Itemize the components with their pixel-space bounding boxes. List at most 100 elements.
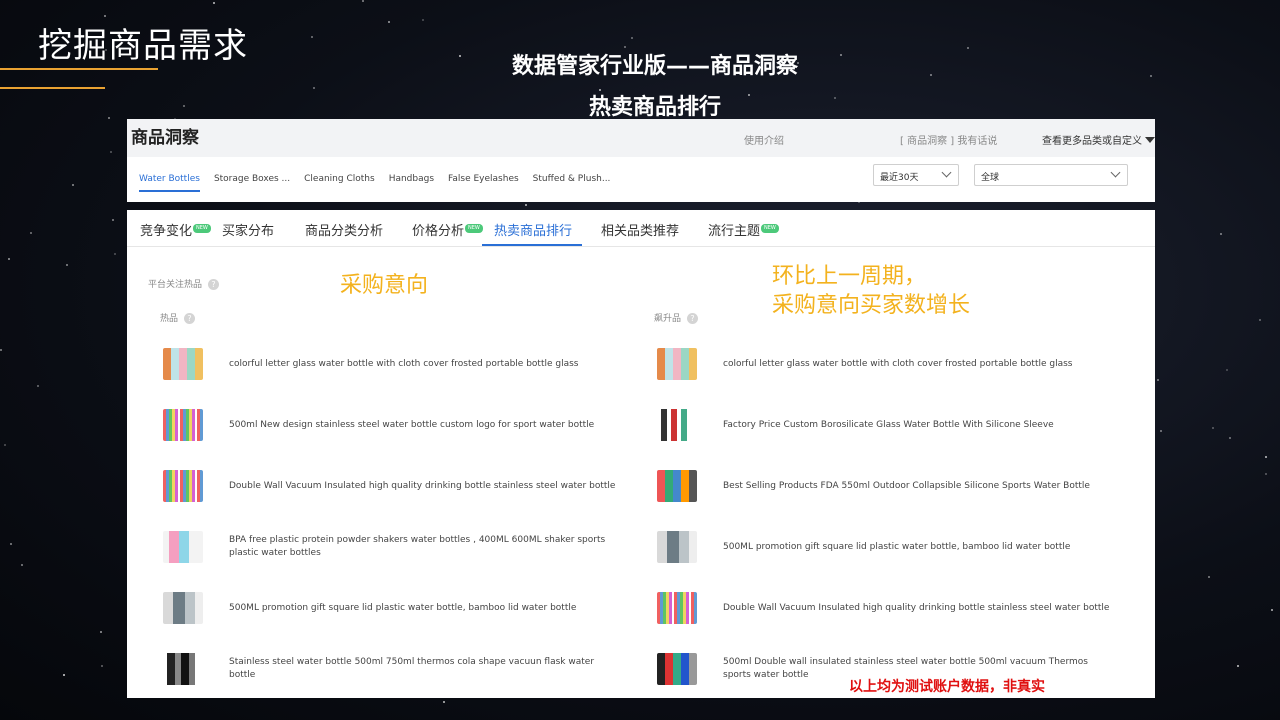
- analysis-tab-label: 价格分析: [412, 224, 465, 239]
- platform-hot-label-text: 平台关注热品: [148, 280, 203, 290]
- star: [8, 258, 10, 260]
- help-icon[interactable]: ?: [208, 279, 220, 290]
- analysis-tab[interactable]: 价格分析 NEW: [412, 220, 483, 239]
- product-name-link[interactable]: 500ML promotion gift square lid plastic …: [229, 602, 619, 615]
- product-name-link[interactable]: Factory Price Custom Borosilicate Glass …: [723, 419, 1113, 432]
- star: [1271, 609, 1273, 611]
- analysis-tab-label: 竞争变化: [140, 224, 193, 239]
- rising-products-label-text: 飙升品: [654, 314, 682, 324]
- analysis-tab-label: 流行主题: [708, 224, 761, 239]
- star: [631, 37, 633, 39]
- insight-main-panel: 竞争变化 NEW 买家分布 商品分类分析 价格分析 NEW 热卖商品排行 相关品类推荐 流行主题…: [127, 210, 1155, 698]
- product-row[interactable]: Best Selling Products FDA 550ml Outdoor …: [657, 466, 1113, 506]
- more-categories-dropdown[interactable]: 查看更多品类或自定义: [1042, 132, 1155, 147]
- star: [362, 0, 364, 2]
- analysis-tab[interactable]: 热卖商品排行: [494, 220, 572, 239]
- more-categories-label: 查看更多品类或自定义: [1042, 136, 1142, 147]
- product-name-link[interactable]: colorful letter glass water bottle with …: [723, 358, 1113, 371]
- category-tab[interactable]: False Eyelashes: [448, 174, 519, 192]
- star: [72, 184, 74, 186]
- product-row[interactable]: colorful letter glass water bottle with …: [163, 344, 619, 384]
- star: [63, 674, 65, 676]
- analysis-tab-label: 买家分布: [222, 224, 275, 239]
- product-name-link[interactable]: Double Wall Vacuum Insulated high qualit…: [229, 480, 619, 493]
- product-thumbnail[interactable]: [163, 348, 203, 380]
- product-thumbnail[interactable]: [163, 470, 203, 502]
- star: [1237, 665, 1239, 667]
- category-tab[interactable]: Handbags: [389, 174, 434, 192]
- annotation-purchase-intent: 采购意向: [340, 271, 428, 300]
- hot-products-label: 热品?: [160, 311, 196, 324]
- product-row[interactable]: Stainless steel water bottle 500ml 750ml…: [163, 649, 619, 689]
- product-name-link[interactable]: 500ml New design stainless steel water b…: [229, 419, 619, 432]
- analysis-tab-label: 相关品类推荐: [601, 224, 680, 239]
- product-row[interactable]: 500ml New design stainless steel water b…: [163, 405, 619, 445]
- analysis-tab[interactable]: 流行主题 NEW: [708, 220, 779, 239]
- analysis-tabs: 竞争变化 NEW 买家分布 商品分类分析 价格分析 NEW 热卖商品排行 相关品类推荐 流行主题…: [127, 210, 1155, 247]
- star: [213, 2, 215, 4]
- platform-hot-label: 平台关注热品?: [148, 277, 220, 290]
- product-row[interactable]: Factory Price Custom Borosilicate Glass …: [657, 405, 1113, 445]
- star: [100, 631, 102, 633]
- product-name-link[interactable]: Best Selling Products FDA 550ml Outdoor …: [723, 480, 1113, 493]
- product-name-link[interactable]: BPA free plastic protein powder shakers …: [229, 534, 619, 560]
- analysis-tab-label: 热卖商品排行: [494, 224, 573, 239]
- product-name-link[interactable]: Double Wall Vacuum Insulated high qualit…: [723, 602, 1113, 615]
- region-select[interactable]: 全球: [974, 164, 1128, 186]
- product-thumbnail[interactable]: [657, 592, 697, 624]
- star: [30, 232, 32, 234]
- intro-link[interactable]: 使用介绍: [744, 132, 784, 147]
- product-thumbnail[interactable]: [163, 653, 203, 685]
- accent-line: [0, 68, 158, 70]
- star: [0, 349, 2, 351]
- category-tab[interactable]: Water Bottles: [139, 174, 200, 192]
- product-thumbnail[interactable]: [163, 531, 203, 563]
- annotation-right-line1: 环比上一周期，: [772, 264, 927, 289]
- product-thumbnail[interactable]: [657, 470, 697, 502]
- feedback-link[interactable]: [ 商品洞察 ] 我有话说: [900, 132, 997, 147]
- star: [930, 74, 932, 76]
- help-icon[interactable]: ?: [184, 313, 196, 324]
- star: [110, 151, 112, 153]
- help-icon[interactable]: ?: [687, 313, 699, 324]
- product-row[interactable]: Double Wall Vacuum Insulated high qualit…: [657, 588, 1113, 628]
- active-tab-underline: [482, 244, 582, 246]
- star: [1265, 473, 1267, 475]
- category-tab[interactable]: Stuffed & Plush...: [533, 174, 611, 192]
- insight-header-panel: 商品洞察 使用介绍 [ 商品洞察 ] 我有话说 查看更多品类或自定义 Water…: [127, 119, 1155, 202]
- product-thumbnail[interactable]: [163, 592, 203, 624]
- product-name-link[interactable]: colorful letter glass water bottle with …: [229, 358, 619, 371]
- period-select[interactable]: 最近30天: [873, 164, 959, 186]
- star: [1212, 427, 1214, 429]
- category-tab[interactable]: Cleaning Cloths: [304, 174, 375, 192]
- product-thumbnail[interactable]: [657, 531, 697, 563]
- product-thumbnail[interactable]: [657, 653, 697, 685]
- product-thumbnail[interactable]: [657, 409, 697, 441]
- analysis-tab[interactable]: 商品分类分析: [305, 220, 383, 239]
- product-name-link[interactable]: 500ML promotion gift square lid plastic …: [723, 541, 1113, 554]
- star: [422, 19, 424, 21]
- star: [313, 87, 315, 89]
- analysis-tab[interactable]: 竞争变化 NEW: [140, 220, 211, 239]
- analysis-tab[interactable]: 相关品类推荐: [601, 220, 679, 239]
- product-thumbnail[interactable]: [163, 409, 203, 441]
- rising-products-label: 飙升品?: [654, 311, 699, 324]
- star: [525, 204, 527, 206]
- product-thumbnail[interactable]: [657, 348, 697, 380]
- star: [1150, 75, 1152, 77]
- category-tab[interactable]: Storage Boxes ...: [214, 174, 290, 192]
- page-title: 商品洞察: [131, 128, 199, 148]
- product-row[interactable]: 500ML promotion gift square lid plastic …: [163, 588, 619, 628]
- star: [1157, 379, 1159, 381]
- star: [1229, 437, 1231, 439]
- product-name-link[interactable]: Stainless steel water bottle 500ml 750ml…: [229, 656, 619, 682]
- star: [112, 219, 114, 221]
- product-row[interactable]: colorful letter glass water bottle with …: [657, 344, 1113, 384]
- star: [311, 36, 313, 38]
- product-row[interactable]: 500ML promotion gift square lid plastic …: [657, 527, 1113, 567]
- product-row[interactable]: BPA free plastic protein powder shakers …: [163, 527, 619, 567]
- caret-down-icon: [1145, 137, 1155, 143]
- product-row[interactable]: Double Wall Vacuum Insulated high qualit…: [163, 466, 619, 506]
- annotation-left-text: 采购意向: [340, 273, 429, 298]
- analysis-tab[interactable]: 买家分布: [222, 220, 274, 239]
